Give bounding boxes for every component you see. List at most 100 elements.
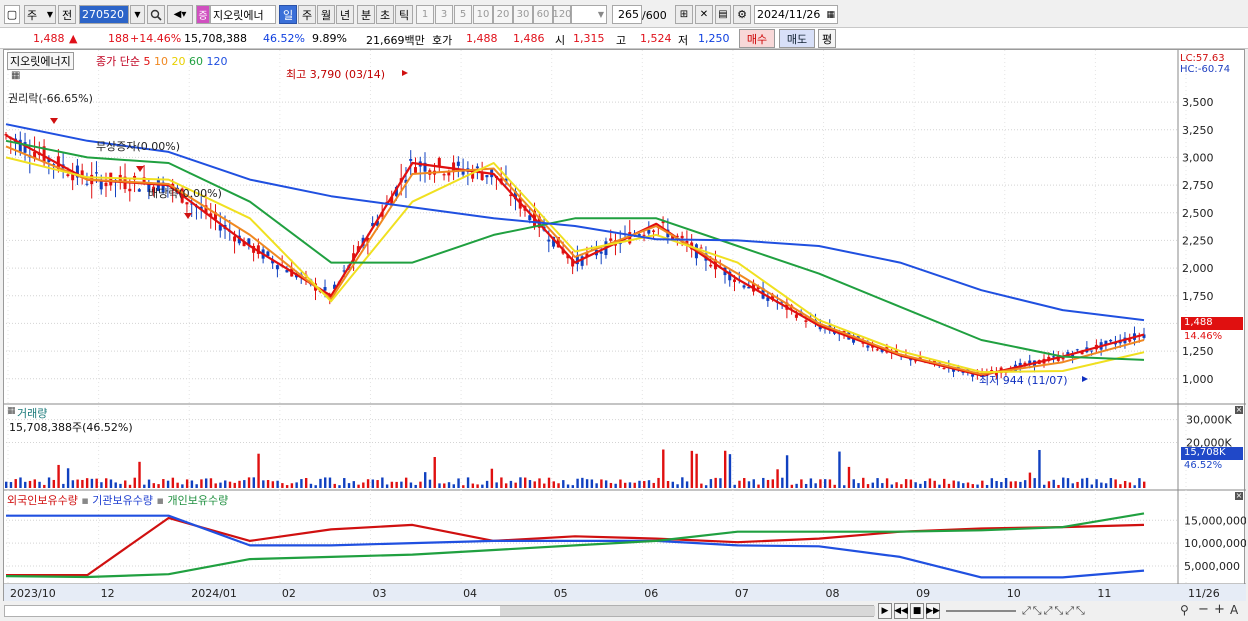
volume-bar [1004,477,1008,488]
volume-bar [809,478,813,488]
search-icon[interactable]: ⚲ [1180,603,1189,617]
prev-button[interactable]: 전 [58,5,76,24]
ma-line-10 [5,145,1145,376]
volume-bar [528,480,532,488]
holding-tick-label: 10,000,000 [1184,537,1246,550]
volume-bar [224,480,227,488]
lc-label: LC:57.63 [1180,53,1225,64]
volume-bar [252,477,255,488]
x-tick-label: 09 [916,587,930,600]
volume-bar [871,482,874,488]
font-size-icon[interactable]: A [1230,603,1238,617]
close-icon[interactable]: × [1235,492,1243,500]
volume-bar [843,485,846,488]
volume-bar [757,484,760,488]
volume-bar [195,484,198,488]
stop-icon[interactable]: ■ [910,603,924,619]
tab-tick[interactable]: 틱 [395,5,413,24]
stock-code-input[interactable]: 270520 [79,5,129,24]
volume-bar [671,481,675,488]
volume-percent: 46.52% [263,32,305,45]
stock-name-box[interactable]: 지오릿에너지 [7,52,74,70]
chevron-down-icon[interactable]: ▼ [571,5,607,24]
volume-bar [919,483,922,488]
volume-bar [324,477,327,488]
gear-icon[interactable]: ⚙ [733,5,751,24]
volume-bar [990,478,994,488]
volume-bar [876,478,879,488]
price-tick-label: 2,000 [1182,262,1214,275]
interval-1[interactable]: 1 [416,5,434,24]
volume-bar [1009,481,1013,488]
interval-5[interactable]: 5 [454,5,472,24]
window-icon[interactable]: ▢ [4,5,20,24]
volume-bar [852,479,855,488]
avg-button[interactable]: 평 [818,29,836,48]
tab-month[interactable]: 월 [317,5,335,24]
tab-week[interactable]: 주 [298,5,316,24]
save-icon[interactable]: ▤ [715,5,731,24]
interval-120[interactable]: 120 [552,5,572,24]
chart-area[interactable]: 1,0001,2501,5001,7502,0002,2502,5002,750… [3,49,1246,604]
volume-tick-label: 30,000K [1186,414,1232,427]
buy-button[interactable]: 매수 [739,29,775,48]
grid-icon[interactable]: ▦ [11,70,20,81]
interval-20[interactable]: 20 [493,5,513,24]
interval-60[interactable]: 60 [533,5,553,24]
volume-bar [347,483,351,488]
period-type-select[interactable]: 주 ▼ [24,5,56,24]
zoom-in-icon[interactable]: + [1214,602,1225,617]
speaker-icon[interactable]: ◀▾ [167,5,193,24]
sell-button[interactable]: 매도 [779,29,815,48]
chart-canvas[interactable]: 1,0001,2501,5001,7502,0002,2502,5002,750… [4,50,1246,604]
volume-bar [114,482,117,488]
horizontal-scrollbar[interactable] [4,605,875,617]
zoom-slider[interactable] [946,610,1016,612]
tab-minute[interactable]: 분 [357,5,375,24]
price-tick-label: 1,250 [1182,345,1214,358]
chevron-down-icon[interactable]: ▼ [130,5,145,24]
interval-3[interactable]: 3 [435,5,453,24]
candle-body [128,188,132,192]
interval-10[interactable]: 10 [473,5,493,24]
volume-bar [376,480,379,488]
close-icon[interactable]: × [1235,406,1243,414]
candle-icon[interactable]: ⊞ [675,5,693,24]
volume-bar [909,479,913,488]
volume-bar [400,481,403,488]
tab-year[interactable]: 년 [336,5,354,24]
fast-forward-icon[interactable]: ▶▶ [926,603,940,619]
volume-bar [833,484,836,488]
volume-bar [200,479,203,488]
calendar-icon[interactable]: ▦ [826,10,835,20]
volume-bar [1062,477,1065,488]
price-tick-label: 2,500 [1182,207,1214,220]
zoom-out-icon[interactable]: − [1198,602,1209,617]
tab-day[interactable]: 일 [279,5,297,24]
volume-bar [138,461,141,488]
volume-bar [81,479,84,488]
date-input[interactable]: 2024/11/26 ▦ [754,5,838,24]
search-icon[interactable] [147,5,165,24]
volume-bar [457,478,460,488]
panel-icon[interactable]: ▦ [7,406,16,416]
volume-bar [923,481,927,488]
volume-bar [24,481,27,488]
volume-bar [495,482,498,488]
scroll-thumb[interactable] [500,606,875,616]
volume-bar [371,479,375,488]
rewind-icon[interactable]: ◀◀ [894,603,908,619]
draw-tools-icon[interactable]: ⤢⤡⤢⤡⤢⤡ [1022,604,1087,618]
x-tick-label: 2023/10 [10,587,56,600]
volume-bar [338,485,341,488]
play-icon[interactable]: ▶ [878,603,892,619]
candle-body [652,230,656,232]
volume-bar [424,472,427,488]
volume-bar [124,480,127,488]
volume-bar [823,479,827,488]
tab-second[interactable]: 초 [376,5,394,24]
count-input[interactable]: 265 [612,5,642,24]
line-tool-icon[interactable]: ✕ [695,5,713,24]
interval-30[interactable]: 30 [513,5,533,24]
candle-body [609,238,613,241]
